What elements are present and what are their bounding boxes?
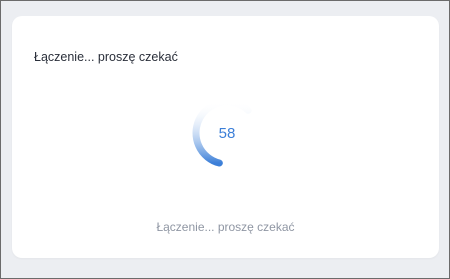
window-frame: Łączenie... proszę czekać 58 Łączenie...… (0, 0, 450, 279)
loading-spinner: 58 (187, 93, 267, 173)
progress-value: 58 (218, 124, 236, 142)
dialog-title: Łączenie... proszę czekać (34, 50, 178, 64)
status-text: Łączenie... proszę czekać (156, 220, 295, 234)
connection-dialog: Łączenie... proszę czekać 58 Łączenie...… (12, 16, 439, 258)
